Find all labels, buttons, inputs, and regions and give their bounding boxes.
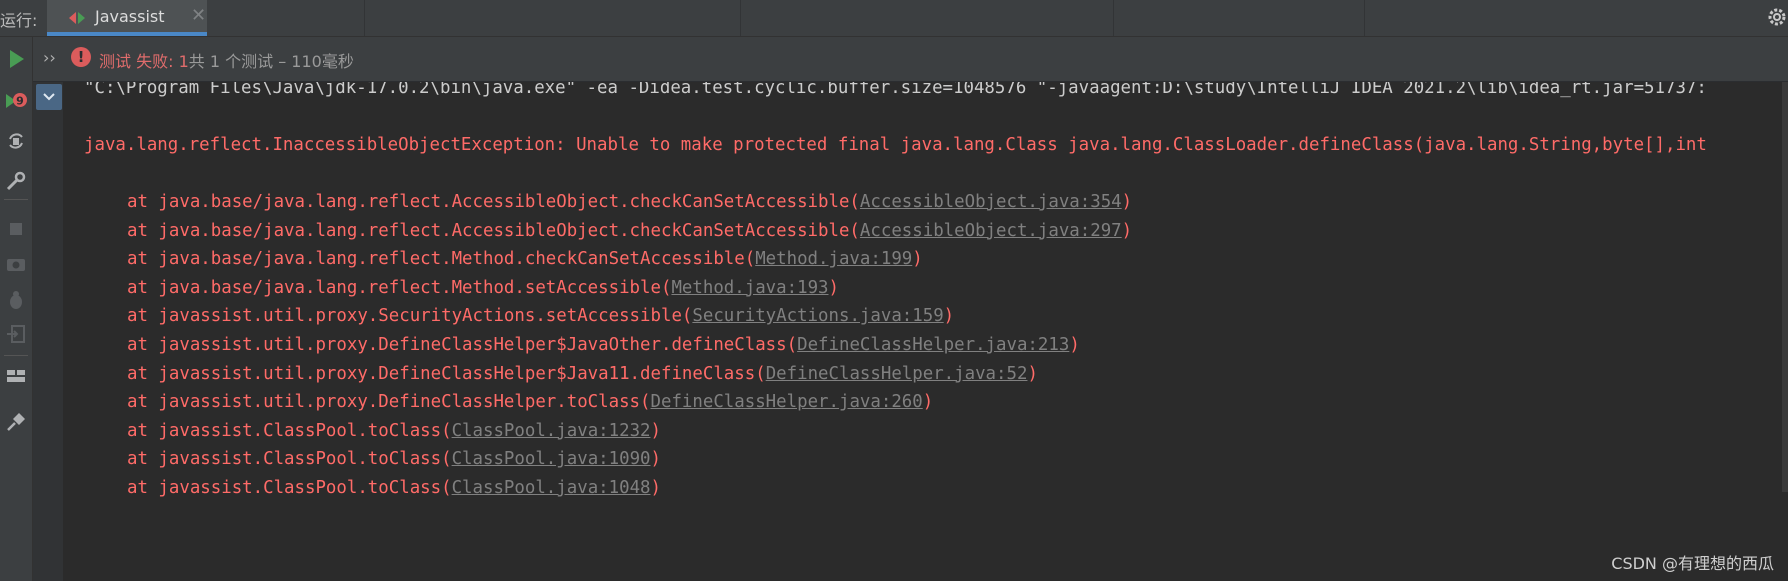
stack-frame-method: at java.base/java.lang.reflect.Method.se… bbox=[127, 277, 672, 298]
status-failed-label: 测试 失败: 1 bbox=[99, 52, 189, 71]
settings-wrench-icon[interactable] bbox=[4, 169, 28, 193]
console-output[interactable]: "C:\Program Files\Java\jdk-17.0.2\bin\ja… bbox=[63, 82, 1788, 581]
vertical-scrollbar[interactable] bbox=[1782, 82, 1788, 492]
test-status-bar: ›› ! 测试 失败: 1共 1 个测试 – 110毫秒 bbox=[33, 37, 1788, 81]
stack-trace-line: at javassist.util.proxy.DefineClassHelpe… bbox=[127, 390, 933, 414]
stack-frame-method: at javassist.util.proxy.SecurityActions.… bbox=[127, 306, 693, 327]
toggle-autotest-icon[interactable] bbox=[4, 129, 28, 153]
stack-trace-line: at java.base/java.lang.reflect.Method.se… bbox=[127, 276, 839, 300]
stack-frame-method: at javassist.ClassPool.toClass( bbox=[127, 420, 452, 441]
stack-frame-close-paren: ) bbox=[650, 420, 661, 441]
tab-divider bbox=[1364, 0, 1365, 36]
tab-title: Javassist bbox=[95, 7, 165, 26]
source-file-link[interactable]: ClassPool.java:1090 bbox=[452, 449, 651, 469]
expand-chevron-icon[interactable]: ›› bbox=[43, 48, 56, 67]
active-tab-indicator bbox=[47, 32, 207, 36]
status-summary-label: 共 1 个测试 – 110毫秒 bbox=[188, 52, 354, 71]
stack-frame-close-paren: ) bbox=[650, 478, 661, 498]
source-file-link[interactable]: DefineClassHelper.java:260 bbox=[651, 392, 923, 412]
stack-frame-method: at javassist.ClassPool.toClass( bbox=[127, 478, 452, 498]
source-file-link[interactable]: DefineClassHelper.java:213 bbox=[797, 335, 1069, 355]
exception-message-text: java.lang.reflect.InaccessibleObjectExce… bbox=[84, 135, 1707, 155]
rerun-failed-icon[interactable]: 9 bbox=[4, 89, 28, 113]
stack-frame-close-paren: ) bbox=[1121, 192, 1133, 212]
run-tool-window-tabbar: 运行: Javassist ✕ bbox=[0, 0, 1788, 37]
source-file-link[interactable]: SecurityActions.java:159 bbox=[692, 306, 943, 326]
stack-frame-method: at javassist.ClassPool.toClass( bbox=[127, 449, 452, 470]
tab-divider bbox=[1113, 0, 1114, 36]
toolstrip-divider bbox=[4, 199, 28, 200]
tab-javassist[interactable]: Javassist ✕ bbox=[47, 0, 207, 36]
stack-frame-method: at java.base/java.lang.reflect.Accessibl… bbox=[127, 192, 860, 212]
source-file-link[interactable]: ClassPool.java:1232 bbox=[452, 421, 651, 441]
stack-frame-method: at javassist.util.proxy.DefineClassHelpe… bbox=[127, 335, 798, 355]
source-file-link[interactable]: ClassPool.java:1048 bbox=[452, 478, 651, 498]
source-file-link[interactable]: Method.java:193 bbox=[671, 278, 828, 298]
scroll-to-end-icon[interactable] bbox=[36, 84, 62, 110]
stack-trace-line: at javassist.util.proxy.DefineClassHelpe… bbox=[127, 362, 1038, 386]
stack-frame-close-paren: ) bbox=[650, 449, 661, 470]
exit-icon[interactable] bbox=[4, 322, 28, 346]
stack-frame-close-paren: ) bbox=[912, 249, 923, 270]
stack-trace-line: at javassist.util.proxy.DefineClassHelpe… bbox=[127, 333, 1080, 357]
source-file-link[interactable]: AccessibleObject.java:354 bbox=[860, 192, 1122, 212]
rerun-icon[interactable] bbox=[4, 47, 28, 71]
stop-icon[interactable] bbox=[4, 217, 28, 241]
run-label: 运行: bbox=[0, 11, 38, 30]
pin-icon[interactable] bbox=[4, 410, 28, 434]
gear-icon[interactable] bbox=[1766, 6, 1788, 28]
stack-trace-line: at javassist.ClassPool.toClass(ClassPool… bbox=[127, 476, 661, 500]
console-gutter bbox=[33, 82, 63, 581]
tab-divider bbox=[740, 0, 741, 36]
run-toolstrip: 9 bbox=[0, 37, 33, 581]
source-file-link[interactable]: Method.java:199 bbox=[755, 249, 912, 269]
error-icon: ! bbox=[71, 47, 91, 67]
command-line-text: "C:\Program Files\Java\jdk-17.0.2\bin\ja… bbox=[84, 82, 1707, 98]
stack-frame-close-paren: ) bbox=[1121, 220, 1133, 241]
toolstrip-divider bbox=[4, 355, 28, 356]
stack-trace-line: at javassist.ClassPool.toClass(ClassPool… bbox=[127, 419, 661, 443]
stack-frame-method: at java.base/java.lang.reflect.Method.ch… bbox=[127, 249, 756, 270]
tab-divider bbox=[364, 0, 365, 36]
stack-frame-method: at javassist.util.proxy.DefineClassHelpe… bbox=[127, 363, 766, 384]
source-file-link[interactable]: DefineClassHelper.java:52 bbox=[766, 364, 1028, 384]
stack-trace-line: at java.base/java.lang.reflect.Accessibl… bbox=[127, 190, 1132, 214]
watermark-text: CSDN @有理想的西瓜 bbox=[1611, 554, 1774, 573]
stack-trace-line: at javassist.ClassPool.toClass(ClassPool… bbox=[127, 447, 661, 471]
stack-frame-close-paren: ) bbox=[1027, 363, 1038, 384]
stack-frame-close-paren: ) bbox=[943, 306, 955, 327]
camera-icon[interactable] bbox=[4, 252, 28, 276]
stack-frame-method: at java.base/java.lang.reflect.Accessibl… bbox=[127, 220, 860, 241]
svg-text:9: 9 bbox=[16, 95, 24, 108]
stack-trace-line: at java.base/java.lang.reflect.Method.ch… bbox=[127, 247, 923, 271]
stack-trace-line: at java.base/java.lang.reflect.Accessibl… bbox=[127, 219, 1132, 243]
stack-frame-close-paren: ) bbox=[1069, 335, 1080, 355]
close-icon[interactable]: ✕ bbox=[191, 5, 206, 26]
layout-icon[interactable] bbox=[4, 364, 28, 388]
stack-frame-close-paren: ) bbox=[828, 277, 839, 298]
debug-bug-icon[interactable] bbox=[4, 288, 28, 312]
stack-trace-line: at javassist.util.proxy.SecurityActions.… bbox=[127, 304, 954, 328]
stack-frame-close-paren: ) bbox=[922, 392, 934, 413]
junit-run-icon bbox=[69, 12, 85, 24]
test-status-text: 测试 失败: 1共 1 个测试 – 110毫秒 bbox=[99, 48, 354, 72]
source-file-link[interactable]: AccessibleObject.java:297 bbox=[860, 221, 1122, 241]
stack-frame-method: at javassist.util.proxy.DefineClassHelpe… bbox=[127, 392, 651, 413]
